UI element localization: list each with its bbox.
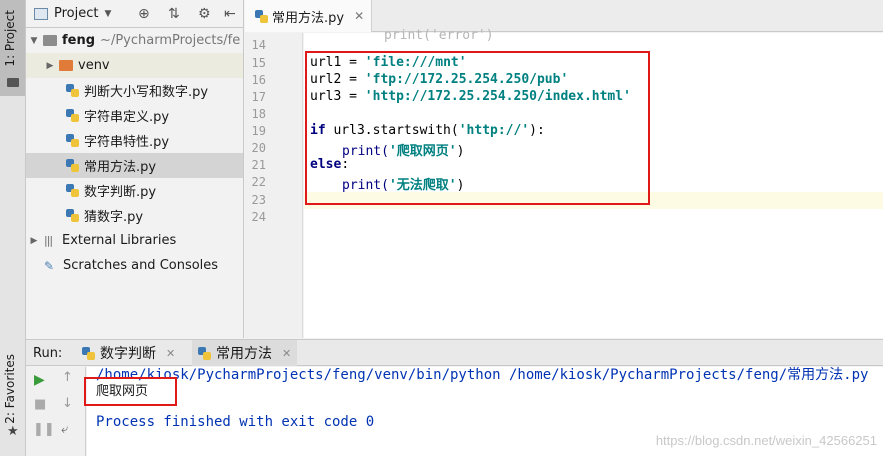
tree-item-file[interactable]: 数字判断.py <box>26 178 243 203</box>
run-tab-label: 常用方法 <box>216 346 272 362</box>
tree-item-file[interactable]: 判断大小写和数字.py <box>26 78 243 103</box>
tab-changyong-fangfa[interactable]: 常用方法.py ✕ <box>245 0 372 32</box>
code-editor[interactable]: print('error') url1 = 'file:///mnt' url2… <box>304 28 883 338</box>
tree-item-file[interactable]: 字符串定义.py <box>26 103 243 128</box>
line-number: 24 <box>251 210 266 224</box>
console-command-line: /home/kiosk/PycharmProjects/feng/venv/bi… <box>96 367 869 383</box>
line-number: 17 <box>251 90 266 104</box>
code-line-14: print('error') <box>384 28 494 43</box>
run-toolbar: ▶ ↑ ■ ↓ ❚❚ ⤶ <box>26 367 86 456</box>
line-number: 14 <box>251 38 266 52</box>
editor-tab-bar: 常用方法.py ✕ <box>245 0 883 32</box>
python-file-icon <box>66 134 79 147</box>
python-file-icon <box>66 209 79 222</box>
run-tab-shuzi-panduan[interactable]: 数字判断 ✕ <box>76 340 181 366</box>
project-tool-tab[interactable]: 1: Project <box>0 0 25 96</box>
tree-item-label: External Libraries <box>62 233 177 248</box>
code-highlight-box <box>305 51 650 205</box>
tree-item-label: feng <box>62 33 96 48</box>
line-number: 21 <box>251 158 266 172</box>
tree-item-feng[interactable]: ▼ feng ~/PycharmProjects/fe <box>26 28 243 53</box>
python-file-icon <box>66 159 79 172</box>
hide-icon[interactable]: ⇤ <box>224 6 236 22</box>
close-icon[interactable]: ✕ <box>282 347 291 360</box>
soft-wrap-icon[interactable]: ⤶ <box>61 422 68 437</box>
rerun-icon[interactable]: ▶ <box>34 372 45 388</box>
tree-item-file[interactable]: 猜数字.py <box>26 203 243 228</box>
gear-icon[interactable]: ⚙ <box>198 6 211 22</box>
line-number: 20 <box>251 141 266 155</box>
library-icon: ||| <box>44 234 53 247</box>
collapse-icon[interactable]: ⇅ <box>168 6 180 22</box>
project-view-icon <box>34 7 48 20</box>
tree-item-label: 字符串特性.py <box>84 135 170 150</box>
console-exit-line: Process finished with exit code 0 <box>96 414 375 430</box>
python-file-icon <box>66 109 79 122</box>
tool-window-stripe: 1: Project 2: Favorites ★ <box>0 0 26 456</box>
run-label: Run: <box>33 346 63 361</box>
project-panel-header: Project ▼ ⊕ ⇅ ⚙ ⇤ <box>26 0 243 28</box>
line-number: 16 <box>251 73 266 87</box>
tree-item-path: ~/PycharmProjects/fe <box>100 33 241 48</box>
python-file-icon <box>255 9 268 23</box>
project-view-selector[interactable]: Project <box>54 6 98 21</box>
stop-icon[interactable]: ■ <box>34 397 46 412</box>
chevron-down-icon[interactable]: ▼ <box>104 9 111 19</box>
tree-item-label: 常用方法.py <box>84 160 157 175</box>
tree-item-label: 猜数字.py <box>84 210 144 225</box>
scratches-icon: ✎ <box>44 258 55 273</box>
close-icon[interactable]: ✕ <box>166 347 175 360</box>
line-number: 23 <box>251 193 266 207</box>
folder-icon <box>7 78 19 87</box>
tree-item-scratches[interactable]: ✎ Scratches and Consoles <box>26 253 243 278</box>
watermark: https://blog.csdn.net/weixin_42566251 <box>655 433 877 448</box>
project-tool-tab-label: 1: Project <box>3 10 17 67</box>
ide-window: 1: Project 2: Favorites ★ Project ▼ ⊕ ⇅ … <box>0 0 883 456</box>
python-run-icon <box>198 346 211 360</box>
line-number: 22 <box>251 175 266 189</box>
line-number-gutter: 14 15 16 17 18 19 20 21 22 23 24 <box>245 33 303 338</box>
run-panel-header: Run: 数字判断 ✕ 常用方法 ✕ <box>26 339 883 366</box>
chevron-down-icon[interactable]: ▼ <box>28 36 40 46</box>
favorites-tool-tab-label: 2: Favorites <box>3 354 17 424</box>
python-run-icon <box>82 346 95 360</box>
line-number: 18 <box>251 107 266 121</box>
locate-icon[interactable]: ⊕ <box>138 6 150 22</box>
tree-item-label: 判断大小写和数字.py <box>84 85 209 100</box>
folder-icon <box>43 35 57 46</box>
line-number: 19 <box>251 124 266 138</box>
chevron-right-icon[interactable]: ▶ <box>28 236 40 246</box>
run-console[interactable]: /home/kiosk/PycharmProjects/feng/venv/bi… <box>84 367 883 456</box>
python-file-icon <box>66 84 79 97</box>
tree-item-label: 字符串定义.py <box>84 110 170 125</box>
close-icon[interactable]: ✕ <box>354 9 364 23</box>
python-file-icon <box>66 184 79 197</box>
folder-icon <box>59 60 73 71</box>
tree-item-file-selected[interactable]: 常用方法.py <box>26 153 243 178</box>
tree-item-label: 数字判断.py <box>84 185 157 200</box>
arrow-up-icon[interactable]: ↑ <box>62 370 73 385</box>
star-icon: ★ <box>7 424 19 439</box>
project-panel: Project ▼ ⊕ ⇅ ⚙ ⇤ ▼ feng ~/PycharmProjec… <box>26 0 244 338</box>
tree-item-venv[interactable]: ▶ venv <box>26 53 243 78</box>
chevron-right-icon[interactable]: ▶ <box>44 61 56 71</box>
run-tab-label: 数字判断 <box>100 346 156 362</box>
pause-icon[interactable]: ❚❚ <box>33 422 55 437</box>
line-number: 15 <box>251 56 266 70</box>
tree-item-external-libraries[interactable]: ▶ ||| External Libraries <box>26 228 243 253</box>
tab-label: 常用方法.py <box>272 10 345 26</box>
run-tab-changyong-fangfa[interactable]: 常用方法 ✕ <box>192 340 298 366</box>
tree-item-label: Scratches and Consoles <box>63 258 219 273</box>
arrow-down-icon[interactable]: ↓ <box>62 396 73 411</box>
tree-item-label: venv <box>78 58 110 73</box>
tree-item-file[interactable]: 字符串特性.py <box>26 128 243 153</box>
output-highlight-box <box>84 377 177 406</box>
